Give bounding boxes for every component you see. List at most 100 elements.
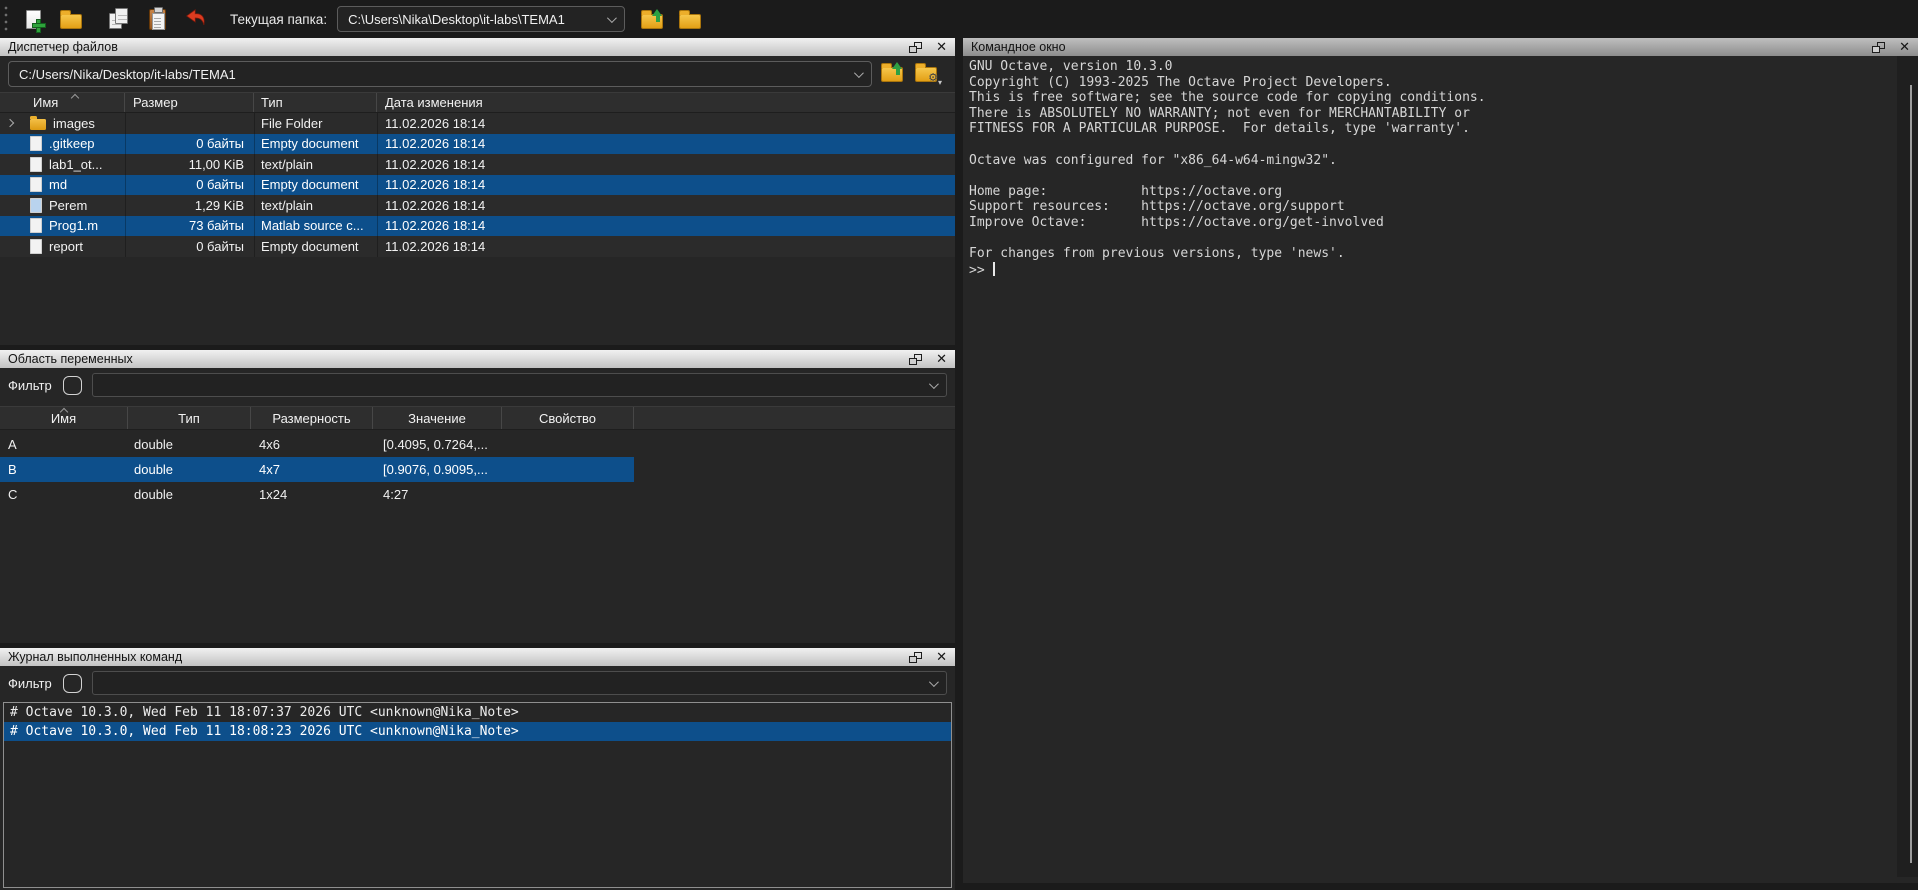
undock-icon[interactable] — [1872, 42, 1885, 53]
close-icon[interactable]: ✕ — [1899, 41, 1910, 54]
file-size: 1,29 KiB — [125, 198, 254, 213]
vertical-scrollbar[interactable] — [1897, 56, 1918, 877]
undock-icon[interactable] — [909, 652, 922, 663]
file-icon — [30, 218, 42, 233]
folder-icon — [679, 14, 701, 29]
workspace-rows: Adouble4x6[0.4095, 0.7264,...Bdouble4x7[… — [0, 432, 955, 507]
command-window-content[interactable]: GNU Octave, version 10.3.0 Copyright (C)… — [963, 56, 1918, 883]
history-entry[interactable]: # Octave 10.3.0, Wed Feb 11 18:07:37 202… — [4, 703, 951, 722]
column-header-class[interactable]: Тип — [128, 407, 251, 429]
variable-class: double — [128, 462, 251, 477]
copy-button[interactable] — [104, 4, 134, 34]
close-icon[interactable]: ✕ — [936, 651, 947, 664]
undock-icon[interactable] — [909, 42, 922, 53]
command-window-panel: Командное окно ✕ GNU Octave, version 10.… — [963, 38, 1918, 883]
command-output: GNU Octave, version 10.3.0 Copyright (C)… — [963, 56, 1918, 262]
variable-name: A — [0, 437, 128, 452]
open-file-button[interactable] — [56, 4, 86, 34]
file-icon — [30, 198, 42, 213]
column-header-value[interactable]: Значение — [373, 407, 502, 429]
file-name-cell: Prog1.m — [0, 218, 125, 233]
column-header-name[interactable]: Имя — [0, 407, 128, 429]
folder-settings-icon: ⚙ ▾ — [915, 67, 937, 82]
column-header-date[interactable]: Дата изменения — [377, 93, 955, 112]
file-row[interactable]: .gitkeep0 байтыEmpty document11.02.2026 … — [0, 134, 955, 155]
file-size: 0 байты — [125, 136, 254, 151]
new-file-icon — [26, 10, 41, 29]
one-directory-up-button[interactable] — [878, 62, 906, 86]
file-type: Empty document — [254, 177, 377, 192]
variable-value: [0.9076, 0.9095,... — [373, 462, 502, 477]
paste-button[interactable] — [142, 4, 172, 34]
chevron-down-icon — [607, 13, 617, 23]
variable-row[interactable]: Cdouble1x244:27 — [0, 482, 634, 507]
folder-actions-button[interactable]: ⚙ ▾ — [912, 62, 940, 86]
column-header-attribute[interactable]: Свойство — [502, 407, 634, 429]
file-date: 11.02.2026 18:14 — [377, 157, 955, 172]
file-row[interactable]: md0 байтыEmpty document11.02.2026 18:14 — [0, 175, 955, 196]
prompt-line[interactable]: >> — [963, 262, 1918, 279]
file-row[interactable]: Prog1.m73 байтыMatlab source c...11.02.2… — [0, 216, 955, 237]
command-history-titlebar[interactable]: Журнал выполненных команд ✕ — [0, 648, 955, 666]
filter-combobox[interactable] — [92, 373, 947, 397]
filter-checkbox[interactable] — [63, 376, 82, 395]
file-date: 11.02.2026 18:14 — [377, 116, 955, 131]
scrollbar-thumb[interactable] — [1910, 85, 1912, 863]
undo-button[interactable] — [180, 4, 210, 34]
new-script-button[interactable] — [18, 4, 48, 34]
file-type: Matlab source c... — [254, 218, 377, 233]
file-type: text/plain — [254, 198, 377, 213]
file-size: 0 байты — [125, 177, 254, 192]
variable-class: double — [128, 487, 251, 502]
expand-chevron-icon[interactable] — [6, 118, 17, 129]
toolbar-drag-handle[interactable] — [4, 5, 10, 33]
file-type: text/plain — [254, 157, 377, 172]
file-row[interactable]: Perem1,29 KiBtext/plain11.02.2026 18:14 — [0, 195, 955, 216]
browse-directories-button[interactable] — [675, 4, 705, 34]
main-toolbar: Текущая папка: C:\Users\Nika\Desktop\it-… — [0, 0, 1918, 38]
file-browser-titlebar[interactable]: Диспетчер файлов ✕ — [0, 38, 955, 56]
variable-row[interactable]: Bdouble4x7[0.9076, 0.9095,... — [0, 457, 634, 482]
workspace-table-header: Имя Тип Размерность Значение Свойство — [0, 406, 955, 430]
column-header-dimension[interactable]: Размерность — [251, 407, 373, 429]
plus-icon — [33, 20, 45, 32]
close-icon[interactable]: ✕ — [936, 353, 947, 366]
paste-icon — [149, 9, 166, 30]
file-browser-rows: imagesFile Folder11.02.2026 18:14.gitkee… — [0, 113, 955, 257]
file-name-cell: Perem — [0, 198, 125, 213]
file-row[interactable]: imagesFile Folder11.02.2026 18:14 — [0, 113, 955, 134]
filter-combobox[interactable] — [92, 671, 947, 695]
command-window-titlebar[interactable]: Командное окно ✕ — [963, 38, 1918, 56]
file-name: lab1_ot... — [49, 157, 103, 172]
panel-title: Область переменных — [8, 352, 133, 366]
file-row[interactable]: lab1_ot...11,00 KiBtext/plain11.02.2026 … — [0, 154, 955, 175]
filter-checkbox[interactable] — [63, 674, 82, 693]
history-entry[interactable]: # Octave 10.3.0, Wed Feb 11 18:08:23 202… — [4, 722, 951, 741]
command-history-list: # Octave 10.3.0, Wed Feb 11 18:07:37 202… — [3, 702, 952, 888]
file-table-header: Имя Размер Тип Дата изменения — [0, 92, 955, 113]
file-browser-path-combobox[interactable]: C:/Users/Nika/Desktop/it-labs/TEMA1 — [8, 61, 872, 87]
current-folder-label: Текущая папка: — [230, 12, 327, 27]
current-folder-value: C:\Users\Nika\Desktop\it-labs\TEMA1 — [348, 12, 565, 27]
filter-label: Фильтр — [8, 676, 52, 691]
close-icon[interactable]: ✕ — [936, 41, 947, 54]
file-date: 11.02.2026 18:14 — [377, 177, 955, 192]
variable-dimension: 4x6 — [251, 437, 373, 452]
workspace-content: Фильтр Имя Тип Размерность Значение Свой… — [0, 368, 955, 643]
chevron-down-icon — [929, 379, 939, 389]
file-row[interactable]: report0 байтыEmpty document11.02.2026 18… — [0, 236, 955, 257]
column-header-name[interactable]: Имя — [0, 93, 125, 112]
variable-row[interactable]: Adouble4x6[0.4095, 0.7264,... — [0, 432, 634, 457]
undock-icon[interactable] — [909, 354, 922, 365]
column-header-type[interactable]: Тип — [254, 93, 377, 112]
file-size: 73 байты — [125, 218, 254, 233]
file-name: Perem — [49, 198, 87, 213]
command-history-content: Фильтр # Octave 10.3.0, Wed Feb 11 18:07… — [0, 666, 955, 890]
file-browser-panel: Диспетчер файлов ✕ C:/Users/Nika/Desktop… — [0, 38, 955, 345]
current-folder-combobox[interactable]: C:\Users\Nika\Desktop\it-labs\TEMA1 — [337, 6, 625, 32]
file-date: 11.02.2026 18:14 — [377, 239, 955, 254]
workspace-titlebar[interactable]: Область переменных ✕ — [0, 350, 955, 368]
file-name-cell: report — [0, 239, 125, 254]
column-header-size[interactable]: Размер — [125, 93, 254, 112]
folder-up-button[interactable] — [637, 4, 667, 34]
